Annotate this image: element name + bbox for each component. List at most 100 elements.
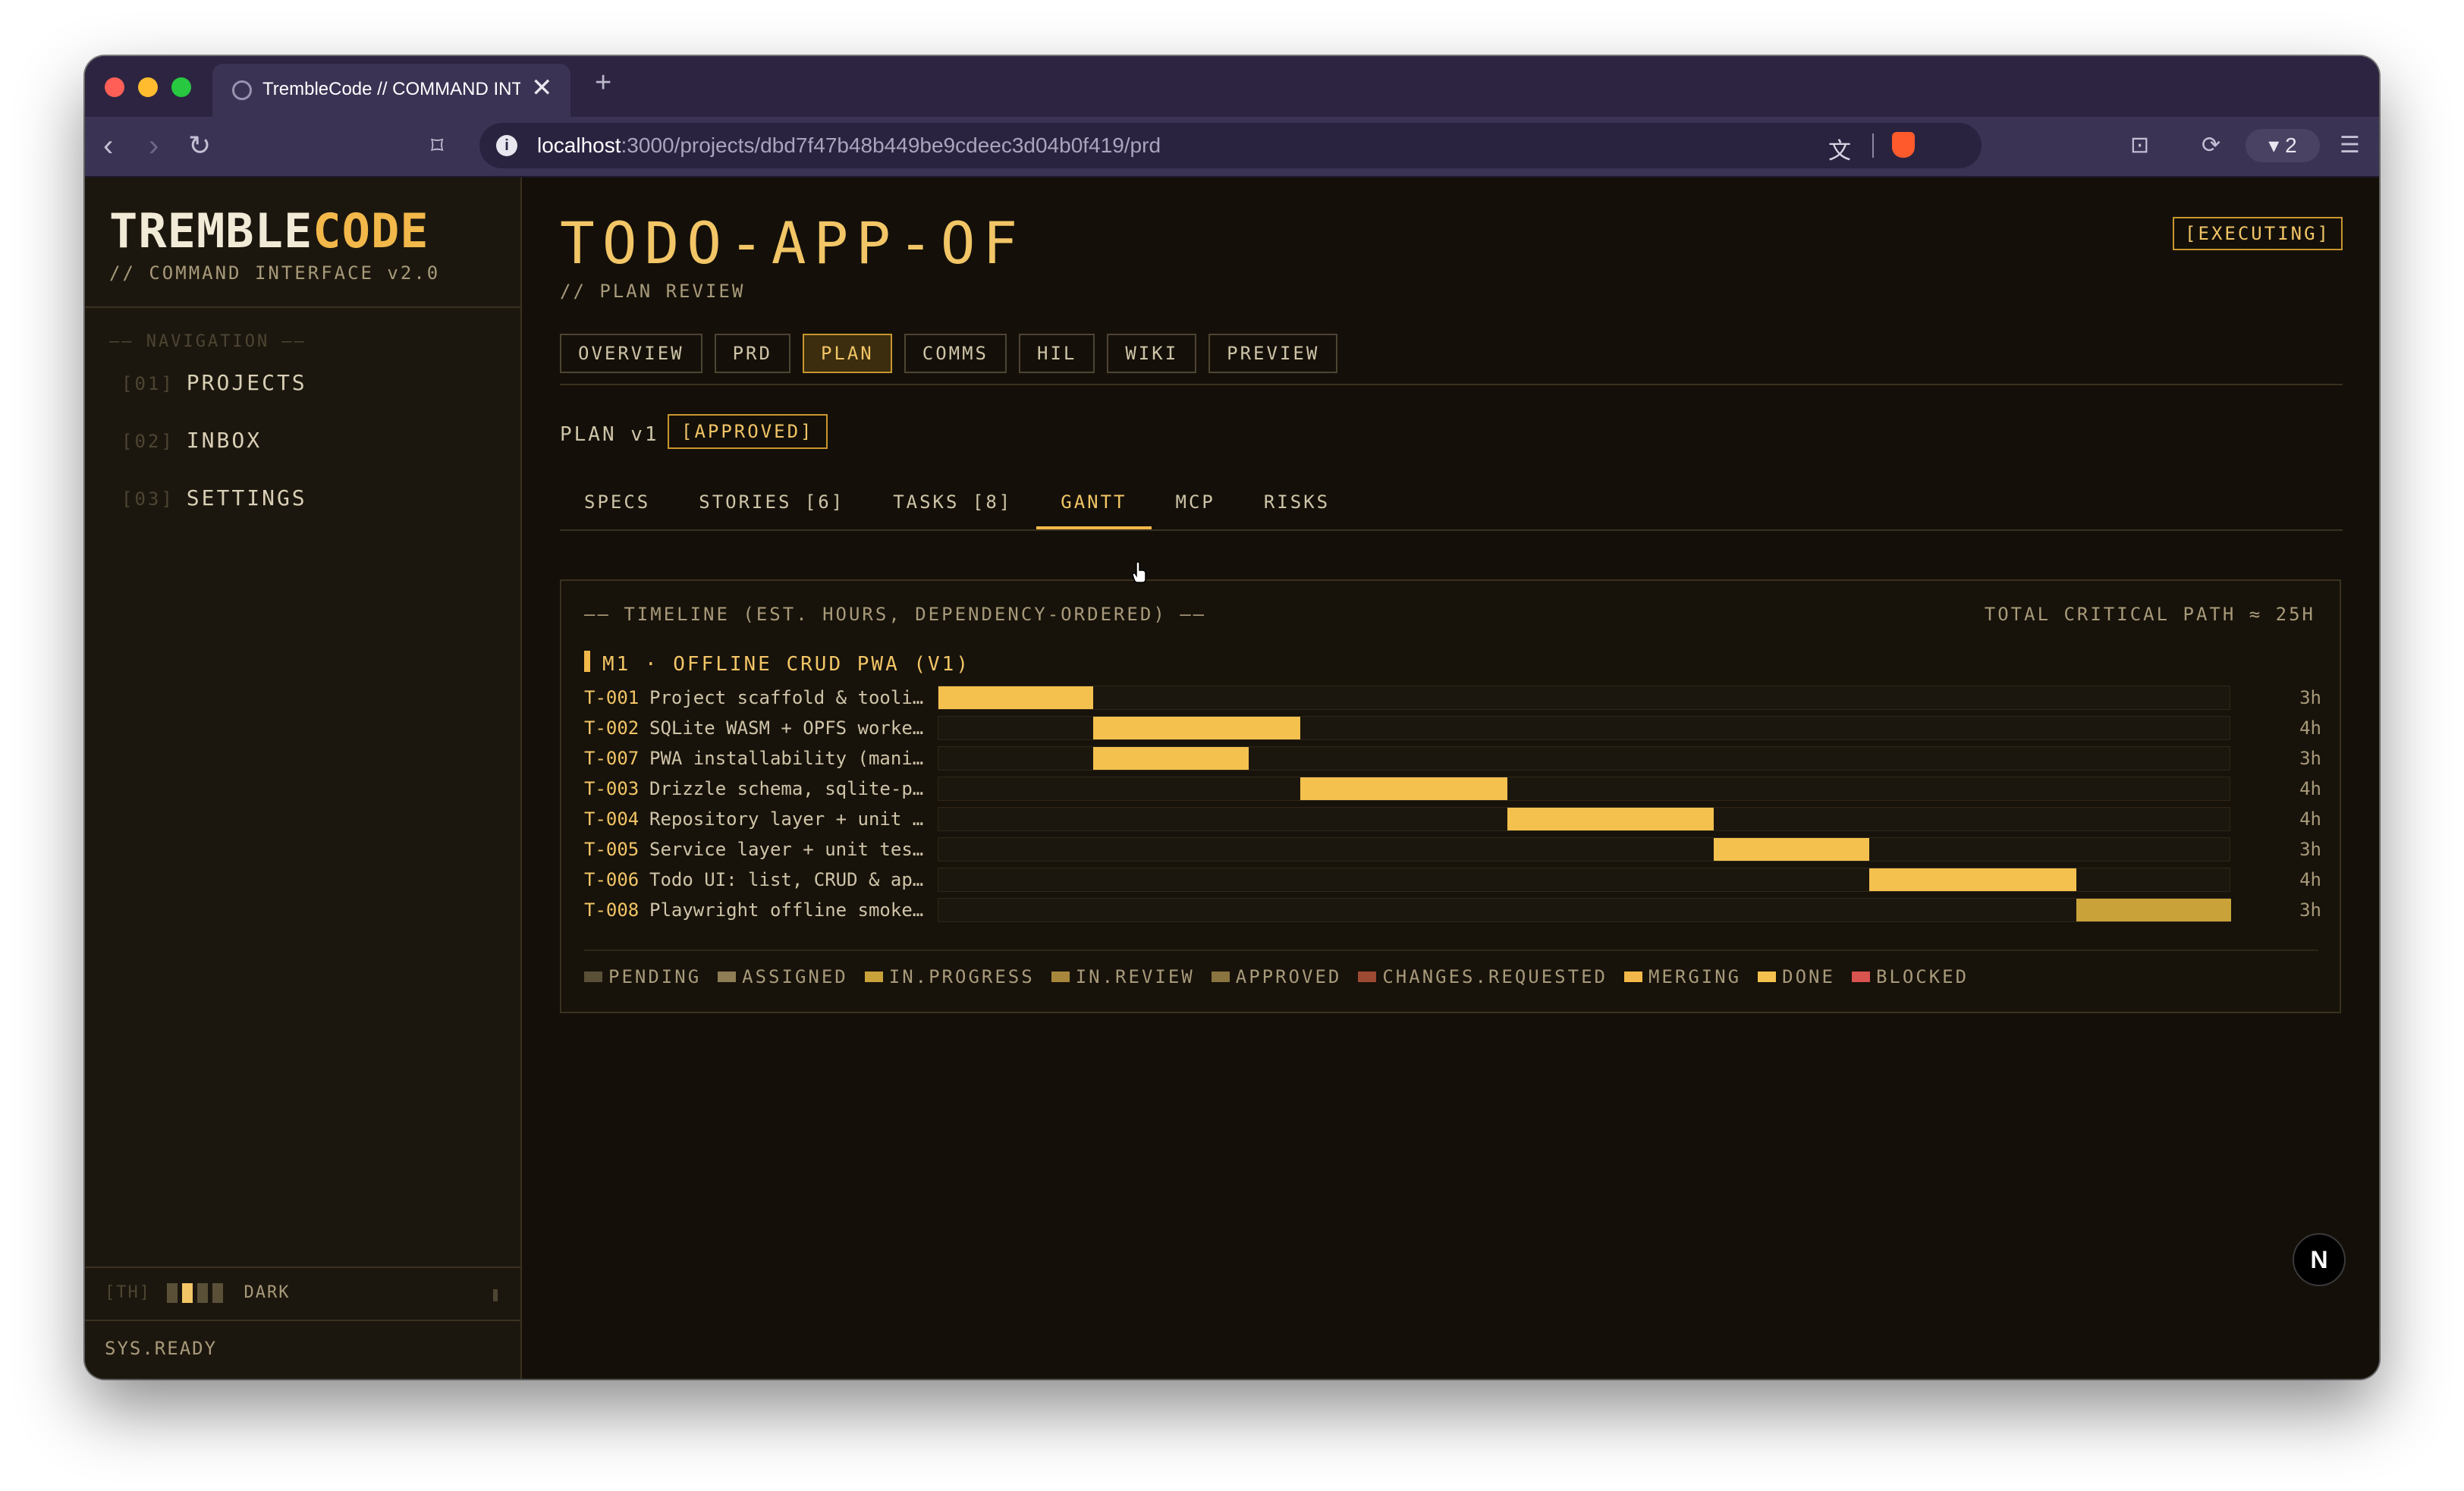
gantt-task-row[interactable]: T-006 Todo UI: list, CRUD & ap… 4h	[584, 865, 2321, 895]
theme-swatch[interactable]	[197, 1283, 209, 1303]
minimize-window-button[interactable]	[138, 77, 158, 97]
subtab-gantt[interactable]: GANTT	[1036, 475, 1152, 529]
gantt-bar[interactable]	[1093, 717, 1301, 739]
theme-label: DARK	[244, 1283, 291, 1302]
brand-subtitle: // COMMAND INTERFACE v2.0	[109, 262, 441, 284]
legend-item: IN.REVIEW	[1051, 966, 1195, 987]
subtab-specs[interactable]: SPECS	[560, 475, 674, 529]
gantt-task-row[interactable]: T-003 Drizzle schema, sqlite-p… 4h	[584, 774, 2321, 804]
sidebar-item-label: PROJECTS	[186, 370, 307, 395]
task-id: T-005	[584, 839, 640, 860]
page-title: TODO-APP-OF	[560, 209, 1026, 277]
bookmark-icon[interactable]: ⌑	[431, 129, 443, 162]
legend-label: BLOCKED	[1875, 966, 1969, 987]
gantt-task-row[interactable]: T-007 PWA installability (mani… 3h	[584, 743, 2321, 774]
legend-item: MERGING	[1623, 966, 1741, 987]
tab-preview[interactable]: PREVIEW	[1208, 334, 1338, 373]
sidebar-item-projects[interactable]: [01] PROJECTS	[121, 370, 307, 395]
theme-swatch-active[interactable]	[182, 1283, 193, 1303]
legend-item: DONE	[1758, 966, 1835, 987]
close-window-button[interactable]	[105, 77, 124, 97]
gantt-track	[938, 686, 2230, 710]
subtab-mcp[interactable]: MCP	[1152, 475, 1240, 529]
tab-overview[interactable]: OVERVIEW	[560, 334, 702, 373]
gantt-bar[interactable]	[1300, 777, 1507, 800]
sidebar-item-settings[interactable]: [03] SETTINGS	[121, 485, 307, 510]
theme-tag: [TH]	[105, 1283, 151, 1302]
gantt-bar[interactable]	[1507, 808, 1714, 830]
legend-label: APPROVED	[1235, 966, 1342, 987]
gantt-bar[interactable]	[1868, 868, 2076, 891]
tab-plan[interactable]: PLAN	[802, 334, 892, 373]
browser-tab[interactable]: TrembleCode // COMMAND INTERFACE ✕	[212, 64, 570, 117]
theme-knob[interactable]	[493, 1289, 498, 1301]
screenshot-icon[interactable]: ⊡	[2130, 132, 2149, 159]
subtab-stories[interactable]: STORIES [6]	[674, 475, 869, 529]
milestone-title: M1 · OFFLINE CRUD PWA (V1)	[602, 653, 970, 676]
tab-comms[interactable]: COMMS	[904, 334, 1007, 373]
forward-icon[interactable]: ›	[149, 129, 159, 162]
gantt-task-row[interactable]: T-008 Playwright offline smoke… 3h	[584, 895, 2321, 925]
task-name: Drizzle schema, sqlite-p…	[649, 778, 924, 799]
task-id: T-001	[584, 687, 640, 708]
task-duration: 4h	[2299, 717, 2321, 739]
approval-badge: [APPROVED]	[668, 414, 828, 449]
maximize-window-button[interactable]	[171, 77, 191, 97]
task-duration: 4h	[2299, 808, 2321, 830]
address-divider	[1872, 133, 1874, 158]
globe-icon	[232, 80, 252, 100]
gantt-track	[938, 807, 2230, 831]
app-root: TREMBLECODE // COMMAND INTERFACE v2.0 ——…	[85, 177, 2379, 1379]
subtab-tasks[interactable]: TASKS [8]	[869, 475, 1036, 529]
gantt-bar[interactable]	[1093, 747, 1249, 770]
sidebar-item-inbox[interactable]: [02] INBOX	[121, 428, 262, 453]
task-duration: 3h	[2299, 839, 2321, 860]
tab-wiki[interactable]: WIKI	[1107, 334, 1197, 373]
gantt-track	[938, 868, 2230, 892]
theme-swatch[interactable]	[167, 1283, 178, 1303]
task-id: T-008	[584, 899, 640, 921]
gantt-bar[interactable]	[1714, 838, 1869, 861]
task-name: Todo UI: list, CRUD & ap…	[649, 869, 924, 890]
status-legend: PENDING ASSIGNED IN.PROGRESS IN.REVIEW APPRO…	[584, 966, 1969, 987]
url-text[interactable]: localhost:3000/projects/dbd7f47b48b449be…	[537, 133, 1161, 158]
gantt-task-row[interactable]: T-001 Project scaffold & tooli… 3h	[584, 683, 2321, 713]
task-name: Repository layer + unit …	[649, 808, 924, 830]
task-id: T-002	[584, 717, 640, 739]
close-tab-icon[interactable]: ✕	[531, 73, 553, 103]
theme-swatch[interactable]	[212, 1283, 224, 1303]
gantt-task-row[interactable]: T-004 Repository layer + unit … 4h	[584, 804, 2321, 834]
legend-swatch	[1623, 972, 1642, 982]
brand-main: TREMBLE	[109, 203, 313, 259]
reload-icon[interactable]: ↻	[188, 129, 211, 162]
legend-swatch	[718, 972, 737, 982]
brand-logo[interactable]: TREMBLECODE	[109, 203, 429, 259]
sidebar-item-label: INBOX	[186, 428, 262, 453]
plan-subtabs: SPECS STORIES [6] TASKS [8] GANTT MCP RI…	[560, 475, 1354, 529]
tab-hil[interactable]: HIL	[1019, 334, 1095, 373]
address-bar[interactable]: i localhost:3000/projects/dbd7f47b48b449…	[479, 123, 1982, 168]
gantt-bar[interactable]	[2076, 899, 2231, 921]
new-tab-button[interactable]: +	[595, 67, 611, 99]
subtab-risks[interactable]: RISKS	[1240, 475, 1354, 529]
gantt-task-row[interactable]: T-002 SQLite WASM + OPFS worke… 4h	[584, 713, 2321, 743]
legend-swatch	[1211, 972, 1230, 982]
translate-icon[interactable]: 文	[1828, 132, 1851, 165]
legend-swatch	[1758, 972, 1777, 982]
gantt-task-row[interactable]: T-005 Service layer + unit tes… 3h	[584, 834, 2321, 865]
legend-item: IN.PROGRESS	[864, 966, 1035, 987]
legend-label: ASSIGNED	[742, 966, 848, 987]
sync-icon[interactable]: ⟳	[2202, 132, 2220, 159]
sidebar: TREMBLECODE // COMMAND INTERFACE v2.0 ——…	[85, 177, 522, 1379]
tab-prd[interactable]: PRD	[714, 334, 790, 373]
site-info-icon[interactable]: i	[496, 135, 517, 156]
dev-tools-badge[interactable]: N	[2293, 1233, 2346, 1286]
page-subtitle: // PLAN REVIEW	[560, 281, 746, 302]
wallet-button[interactable]: ▾ 2	[2246, 129, 2320, 162]
menu-icon[interactable]: ☰	[2340, 132, 2360, 159]
back-icon[interactable]: ‹	[103, 129, 113, 162]
url-path: :3000/projects/dbd7f47b48b449be9cdeec3d0…	[621, 133, 1161, 157]
brave-shield-icon[interactable]	[1892, 132, 1915, 158]
theme-switcher[interactable]: [TH] DARK	[105, 1283, 290, 1303]
gantt-bar[interactable]	[938, 686, 1094, 709]
